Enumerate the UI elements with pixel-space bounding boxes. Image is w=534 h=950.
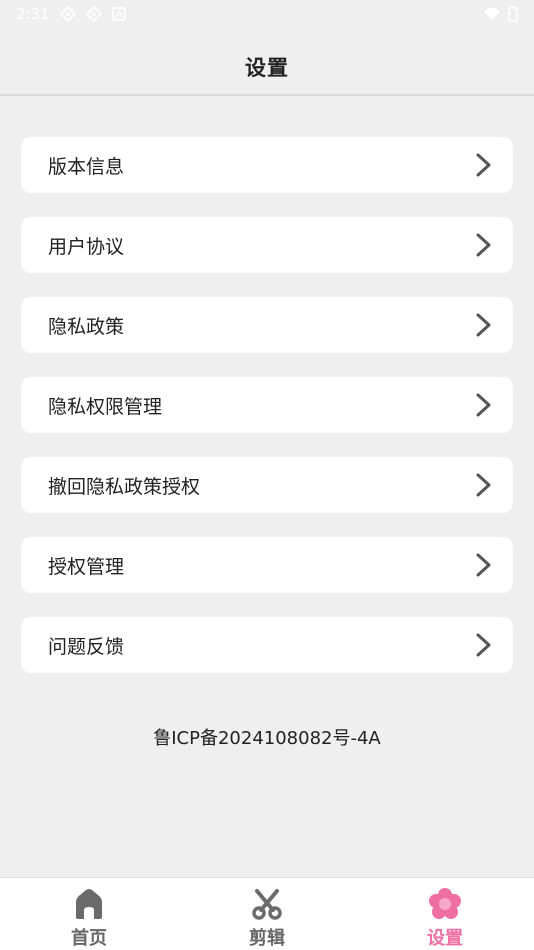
icp-license-text: 鲁ICP备2024108082号-4A [153, 728, 381, 749]
status-bar: 2:31 [0, 0, 534, 28]
page-header: 设置 [0, 40, 534, 96]
menu-item-label: 用户协议 [48, 235, 125, 258]
menu-item-privacy-policy[interactable]: 隐私政策 [21, 297, 513, 353]
tab-settings[interactable]: 设置 [356, 878, 534, 950]
menu-item-label: 授权管理 [48, 555, 125, 578]
app-notification-icon [59, 6, 76, 22]
menu-item-label: 隐私权限管理 [48, 395, 163, 418]
app-notification-icon [85, 6, 102, 22]
bottom-tab-bar: 首页 剪辑 设置 [0, 877, 534, 950]
settings-menu: 版本信息 用户协议 隐私政策 隐私权限管理 撤回隐私政策授权 授权管理 问题反馈 [21, 137, 513, 697]
tab-label: 设置 [427, 928, 463, 949]
menu-item-feedback[interactable]: 问题反馈 [21, 617, 513, 673]
status-time: 2:31 [16, 5, 50, 23]
tab-edit[interactable]: 剪辑 [178, 878, 356, 950]
wifi-icon [484, 7, 500, 20]
chevron-right-icon [473, 312, 495, 338]
tab-label: 剪辑 [249, 928, 285, 949]
menu-item-label: 隐私政策 [48, 315, 125, 338]
page-title: 设置 [245, 56, 289, 80]
chevron-right-icon [473, 632, 495, 658]
chevron-right-icon [473, 472, 495, 498]
menu-item-version-info[interactable]: 版本信息 [21, 137, 513, 193]
scissors-icon [249, 886, 285, 922]
flower-icon [427, 886, 463, 922]
tab-label: 首页 [71, 928, 107, 949]
menu-item-revoke-privacy-consent[interactable]: 撤回隐私政策授权 [21, 457, 513, 513]
home-icon [71, 886, 107, 922]
battery-icon [508, 6, 518, 22]
menu-item-label: 撤回隐私政策授权 [48, 475, 201, 498]
chevron-right-icon [473, 152, 495, 178]
chevron-right-icon [473, 232, 495, 258]
menu-item-privacy-permissions[interactable]: 隐私权限管理 [21, 377, 513, 433]
menu-item-label: 问题反馈 [48, 635, 125, 658]
menu-item-label: 版本信息 [48, 155, 125, 178]
menu-item-user-agreement[interactable]: 用户协议 [21, 217, 513, 273]
app-notification-icon [111, 7, 126, 21]
chevron-right-icon [473, 552, 495, 578]
chevron-right-icon [473, 392, 495, 418]
menu-item-authorization-management[interactable]: 授权管理 [21, 537, 513, 593]
tab-home[interactable]: 首页 [0, 878, 178, 950]
